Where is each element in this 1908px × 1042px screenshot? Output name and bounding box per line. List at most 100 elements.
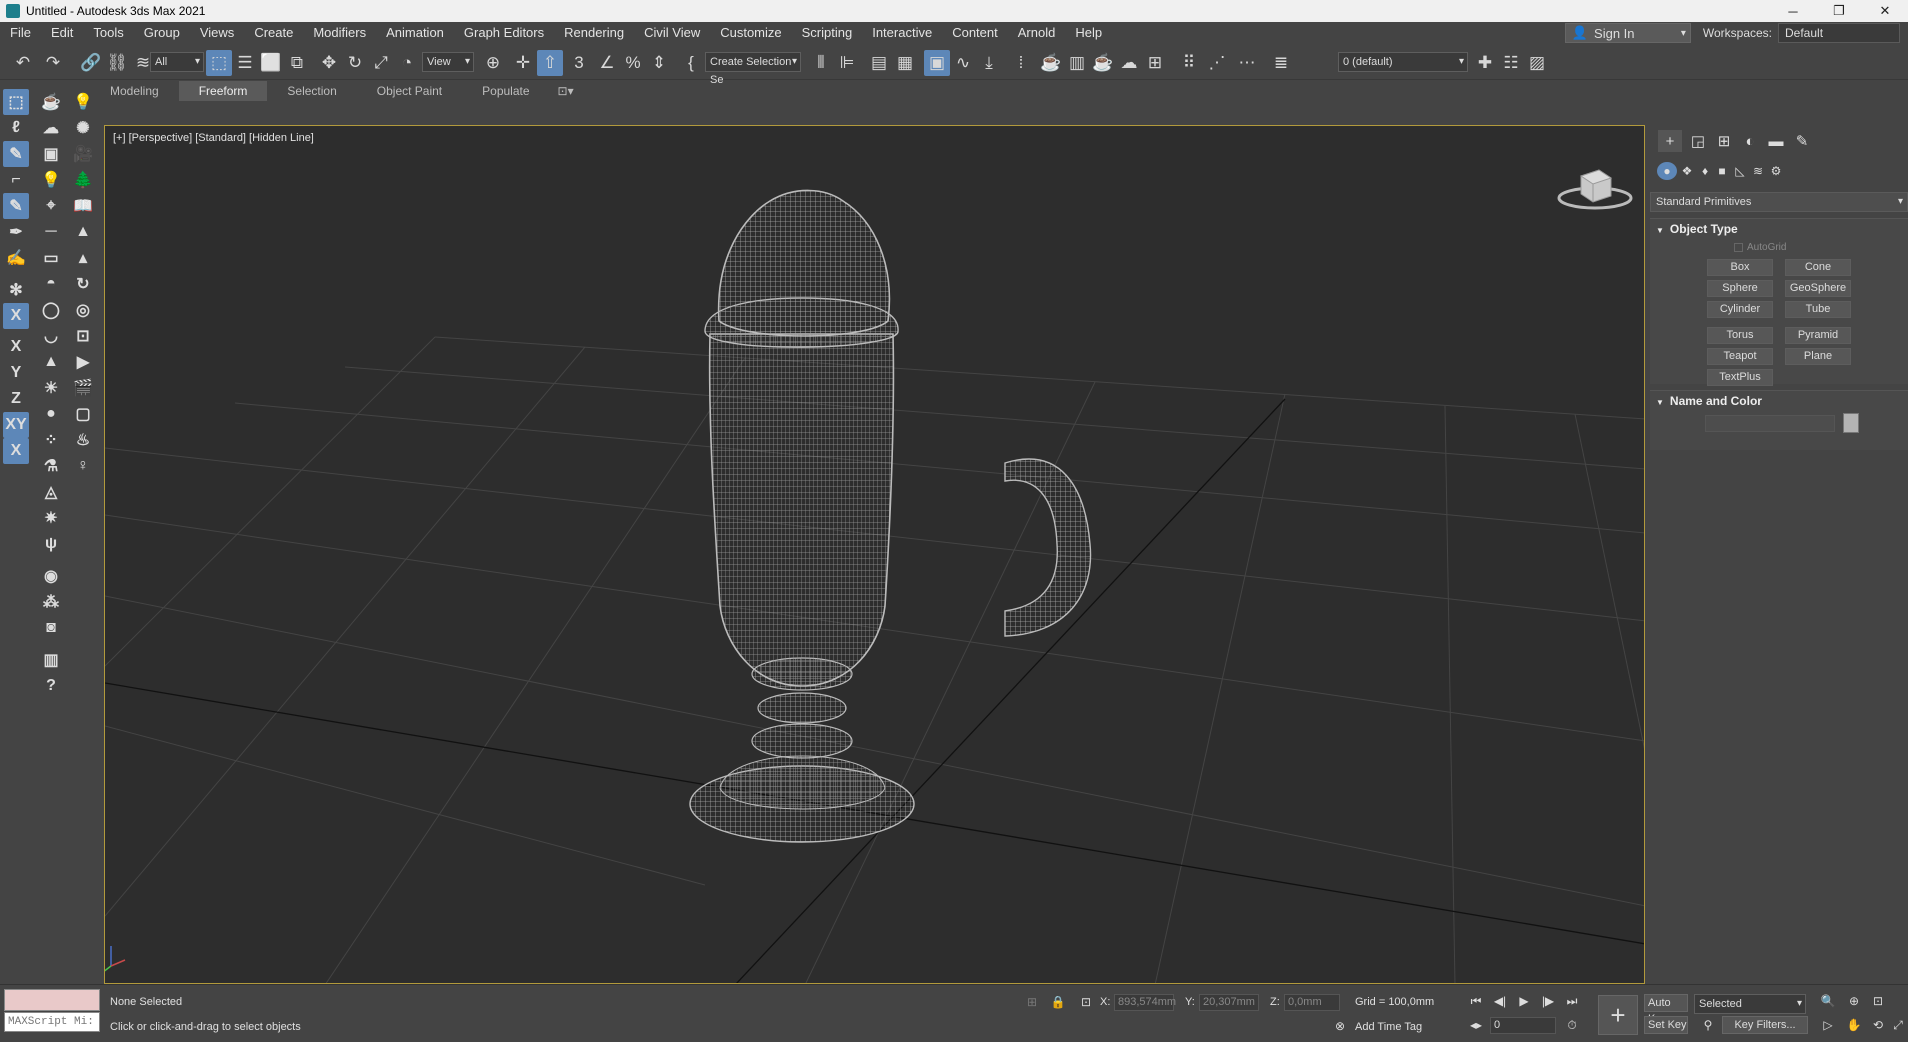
- molecule-icon[interactable]: ⚗: [38, 453, 64, 479]
- panel-icon[interactable]: ▢: [70, 401, 96, 427]
- align-icon[interactable]: ⊫: [834, 50, 860, 76]
- close-icon[interactable]: ✕: [1862, 0, 1908, 22]
- menu-group[interactable]: Group: [134, 22, 190, 44]
- object-type-header[interactable]: ▼ Object Type: [1650, 219, 1908, 239]
- rendered-frame-window-icon[interactable]: ▥: [1064, 50, 1090, 76]
- axis-z-label[interactable]: Z: [3, 386, 29, 412]
- paint-region-icon[interactable]: ✎: [3, 193, 29, 219]
- cone-light-icon[interactable]: ▲: [38, 349, 64, 375]
- viewport-perspective[interactable]: [+] [Perspective] [Standard] [Hidden Lin…: [104, 125, 1645, 984]
- xy-lock-icon[interactable]: X: [3, 438, 29, 464]
- pen-icon[interactable]: ✒: [3, 219, 29, 245]
- bucket-icon[interactable]: ▥: [38, 647, 64, 673]
- snowflake-icon[interactable]: ✻: [3, 277, 29, 303]
- y-coord-field[interactable]: 20,307mm: [1199, 994, 1259, 1011]
- rectangular-selection-icon[interactable]: ⬜: [258, 50, 284, 76]
- light-icon[interactable]: 💡: [70, 89, 96, 115]
- material-editor-icon[interactable]: ⁞: [1008, 50, 1034, 76]
- time-config-icon[interactable]: ⏱: [1562, 1016, 1582, 1034]
- menu-arnold[interactable]: Arnold: [1008, 22, 1066, 44]
- sphere-light-icon[interactable]: ◯: [38, 297, 64, 323]
- tab-object-paint[interactable]: Object Paint: [357, 81, 462, 101]
- menu-graph-editors[interactable]: Graph Editors: [454, 22, 554, 44]
- workspaces-dropdown[interactable]: Default: [1778, 23, 1900, 43]
- z-coord-field[interactable]: 0,0mm: [1284, 994, 1340, 1011]
- dotted-icon[interactable]: ⋯: [1234, 50, 1260, 76]
- autogrid-checkbox[interactable]: AutoGrid: [1734, 242, 1786, 253]
- placement-icon[interactable]: ◔: [394, 50, 420, 76]
- select-object-icon[interactable]: ⬚: [206, 50, 232, 76]
- axis-x-label[interactable]: X: [3, 334, 29, 360]
- keyboard-shortcut-override-icon[interactable]: ⇧: [537, 50, 563, 76]
- previous-frame-icon[interactable]: ◀|: [1490, 992, 1510, 1010]
- a360-gallery-icon[interactable]: ⊞: [1142, 50, 1168, 76]
- pivot-center-icon[interactable]: ⊕: [480, 50, 506, 76]
- hierarchy-tab-icon[interactable]: ⊞: [1712, 130, 1736, 152]
- xy-constraint-icon[interactable]: X: [3, 303, 29, 329]
- isolate-icon[interactable]: ⊞: [1022, 993, 1042, 1011]
- pine-icon[interactable]: ▲: [70, 219, 96, 245]
- pan-icon[interactable]: ✋: [1844, 1016, 1864, 1034]
- link-icon[interactable]: 🔗: [78, 50, 104, 76]
- auto-key-button[interactable]: Auto K...: [1644, 994, 1688, 1025]
- material-sphere-icon[interactable]: ◙: [38, 615, 64, 641]
- menu-tools[interactable]: Tools: [83, 22, 133, 44]
- utilities-tab-icon[interactable]: ✎: [1790, 130, 1814, 152]
- rotate-icon[interactable]: ↻: [342, 50, 368, 76]
- shapes-icon[interactable]: ❖: [1677, 162, 1697, 180]
- percent-snap-icon[interactable]: %: [620, 50, 646, 76]
- lock-icon[interactable]: 🔒: [1048, 993, 1068, 1011]
- maximize-viewport-icon[interactable]: ⤢: [1888, 1016, 1908, 1034]
- curve-editor-icon[interactable]: ∿: [950, 50, 976, 76]
- pyramid-icon[interactable]: ◬: [38, 479, 64, 505]
- key-mode-icon[interactable]: ◂▸: [1466, 1016, 1486, 1034]
- goto-start-icon[interactable]: ⏮: [1466, 992, 1486, 1010]
- geometry-icon[interactable]: ●: [1657, 162, 1677, 180]
- redo-icon[interactable]: ↷: [40, 50, 66, 76]
- motion-tab-icon[interactable]: ◐: [1738, 130, 1762, 152]
- menu-modifiers[interactable]: Modifiers: [303, 22, 376, 44]
- name-color-header[interactable]: ▼ Name and Color: [1650, 391, 1908, 411]
- tab-freeform[interactable]: Freeform: [178, 81, 268, 101]
- set-key-button[interactable]: Set Key: [1644, 1016, 1688, 1034]
- next-frame-icon[interactable]: |▶: [1538, 992, 1558, 1010]
- menu-interactive[interactable]: Interactive: [862, 22, 942, 44]
- zoom-all-icon[interactable]: ⊕: [1844, 992, 1864, 1010]
- lightbulb-icon[interactable]: 💡: [38, 167, 64, 193]
- edit-named-selection-icon[interactable]: {: [678, 50, 704, 76]
- menu-rendering[interactable]: Rendering: [554, 22, 634, 44]
- toggle-scene-explorer-icon[interactable]: ▤: [866, 50, 892, 76]
- orbit-icon[interactable]: ⟲: [1868, 1016, 1888, 1034]
- mirror-icon[interactable]: ⫴: [808, 50, 834, 76]
- grid-dots-icon[interactable]: ⁘: [38, 427, 64, 453]
- helpers-icon[interactable]: ◺: [1730, 162, 1750, 180]
- fov-icon[interactable]: ▷: [1818, 1016, 1838, 1034]
- toggle-ribbon-icon[interactable]: ▣: [924, 50, 950, 76]
- category-dropdown[interactable]: Standard Primitives: [1650, 192, 1908, 212]
- selection-filter-dropdown[interactable]: All: [150, 52, 204, 72]
- color-dots-icon[interactable]: ⁂: [38, 589, 64, 615]
- menu-help[interactable]: Help: [1065, 22, 1112, 44]
- minimize-icon[interactable]: ─: [1770, 0, 1816, 22]
- teapot-button[interactable]: Teapot: [1707, 348, 1773, 365]
- menu-content[interactable]: Content: [942, 22, 1008, 44]
- select-in-layer-icon[interactable]: ▨: [1524, 50, 1550, 76]
- key-set-dropdown[interactable]: Selected: [1694, 994, 1806, 1014]
- time-tag-icon[interactable]: ⊗: [1330, 1017, 1350, 1035]
- select-by-name-icon[interactable]: ☰: [232, 50, 258, 76]
- create-tab-icon[interactable]: +: [1658, 130, 1682, 152]
- key-filter-icon[interactable]: ⚲: [1698, 1016, 1718, 1034]
- menu-views[interactable]: Views: [190, 22, 244, 44]
- menu-scripting[interactable]: Scripting: [792, 22, 863, 44]
- cam-target-icon[interactable]: ⌖: [38, 193, 64, 219]
- video-icon[interactable]: ▶: [70, 349, 96, 375]
- goto-end-icon[interactable]: ⏭: [1562, 992, 1582, 1010]
- modify-tab-icon[interactable]: ◲: [1686, 130, 1710, 152]
- cone-button[interactable]: Cone: [1785, 259, 1851, 276]
- rotate-tool-icon[interactable]: ↻: [70, 271, 96, 297]
- image-icon[interactable]: ▣: [38, 141, 64, 167]
- play-icon[interactable]: ▶: [1514, 992, 1534, 1010]
- key-filters-button[interactable]: Key Filters...: [1722, 1016, 1808, 1034]
- render-production-icon[interactable]: ☕: [1090, 50, 1116, 76]
- restore-icon[interactable]: ❐: [1816, 0, 1862, 22]
